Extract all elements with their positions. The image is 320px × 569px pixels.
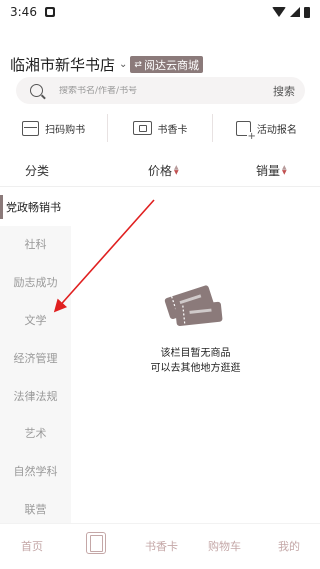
nav-cart[interactable]: 购物车 (208, 538, 241, 554)
search-icon (30, 84, 43, 97)
book-card-button[interactable]: 书香卡 (108, 112, 211, 144)
sort-price-label: 价格 (148, 163, 173, 178)
cloud-store-button[interactable]: ⇄ 阅达云商城 (130, 56, 203, 73)
search-button[interactable]: 搜索 (273, 83, 295, 99)
book-card-label: 书香卡 (157, 124, 188, 136)
sort-arrows-icon: ▲ ▼ (174, 164, 179, 176)
category-sidebar: 党政畅销书 社科 励志成功 文学 经济管理 法律法规 艺术 自然学科 联营 (0, 188, 71, 523)
search-input[interactable] (59, 85, 273, 96)
sort-sales-button[interactable]: 销量 ▲ ▼ (256, 162, 287, 179)
wifi-icon (272, 7, 286, 17)
quick-actions: 扫码购书 书香卡 活动报名 (0, 112, 320, 144)
sort-sales-label: 销量 (256, 163, 281, 178)
category-item-social-science[interactable]: 社科 (0, 225, 71, 263)
nav-book-card[interactable]: 书香卡 (145, 538, 178, 554)
empty-tickets-icon (164, 285, 223, 326)
status-left: 3:46 (10, 5, 55, 19)
status-time: 3:46 (10, 5, 37, 19)
scan-buy-label: 扫码购书 (45, 124, 86, 136)
activity-icon (235, 120, 256, 141)
card-icon (132, 121, 152, 135)
divider (0, 186, 320, 187)
scan-buy-button[interactable]: 扫码购书 (0, 112, 107, 144)
scan-icon (22, 120, 40, 136)
nav-category[interactable] (86, 532, 106, 554)
empty-state-title: 该栏目暂无商品 (160, 348, 231, 359)
category-item-law[interactable]: 法律法规 (0, 377, 71, 415)
store-header: 临湘市新华书店 ⌄ ⇄ 阅达云商城 (10, 54, 203, 75)
chevron-down-icon[interactable]: ⌄ (119, 59, 127, 70)
battery-icon (304, 6, 310, 18)
store-name[interactable]: 临湘市新华书店 (10, 54, 115, 75)
sort-price-button[interactable]: 价格 ▲ ▼ (148, 162, 179, 179)
signal-icon (290, 7, 300, 17)
cloud-store-label: 阅达云商城 (143, 58, 199, 72)
search-bar[interactable]: 搜索 (16, 77, 305, 104)
activity-signup-label: 活动报名 (256, 124, 297, 136)
category-item-literature[interactable]: 文学 (0, 301, 71, 339)
empty-state-subtitle: 可以去其他地方逛逛 (150, 363, 241, 374)
category-item-economics[interactable]: 经济管理 (0, 339, 71, 377)
category-book-icon (86, 532, 106, 554)
status-right (272, 6, 310, 18)
category-item-inspiration[interactable]: 励志成功 (0, 263, 71, 301)
bottom-nav: 首页 书香卡 购物车 我的 (0, 523, 320, 569)
sort-category-label: 分类 (25, 163, 50, 178)
status-bar: 3:46 (0, 0, 320, 24)
category-item-natural-science[interactable]: 自然学科 (0, 452, 71, 490)
category-item-art[interactable]: 艺术 (0, 414, 71, 452)
activity-signup-button[interactable]: 活动报名 (213, 112, 320, 144)
sort-bar: 分类 价格 ▲ ▼ 销量 ▲ ▼ (0, 157, 320, 183)
notification-icon (44, 7, 55, 17)
nav-home[interactable]: 首页 (21, 538, 43, 554)
category-item-party-bestsellers[interactable]: 党政畅销书 (0, 188, 71, 226)
nav-mine[interactable]: 我的 (278, 538, 300, 554)
swap-icon: ⇄ (134, 59, 142, 70)
sort-arrows-icon: ▲ ▼ (282, 164, 287, 176)
